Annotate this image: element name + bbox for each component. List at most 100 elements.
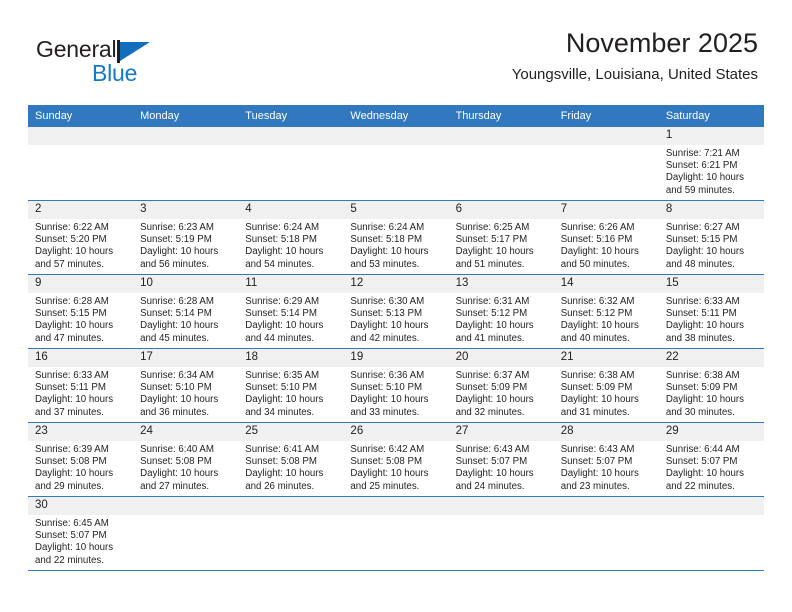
day-daylight-line1-text: Daylight: 10 hours	[245, 394, 324, 406]
day-sun-info: Sunrise: 6:40 AM Sunset: 5:08 PM Daylight:…	[133, 441, 238, 493]
day-sun-info: Sunrise: 6:26 AM Sunset: 5:16 PM Daylight:…	[554, 219, 659, 271]
calendar-day-cell[interactable]: 23 Sunrise: 6:39 AM Sunset: 5:08 PM Dayligh…	[28, 422, 134, 497]
calendar-day-cell[interactable]: 21 Sunrise: 6:38 AM Sunset: 5:09 PM Dayligh…	[553, 348, 659, 423]
day-daylight-line1-text: Daylight: 10 hours	[245, 246, 324, 258]
calendar-day-cell[interactable]: 13 Sunrise: 6:31 AM Sunset: 5:12 PM Dayligh…	[448, 274, 554, 349]
day-sunset-text: Sunset: 5:12 PM	[560, 308, 633, 320]
calendar-day-cell[interactable]: 3 Sunrise: 6:23 AM Sunset: 5:19 PM Daylight…	[133, 200, 239, 275]
weekday-header-thursday: Thursday	[448, 105, 554, 127]
calendar-day-cell[interactable]: 20 Sunrise: 6:37 AM Sunset: 5:09 PM Dayligh…	[448, 348, 554, 423]
day-sun-info: Sunrise: 6:31 AM Sunset: 5:12 PM Daylight:…	[449, 293, 554, 345]
calendar-day-cell[interactable]: 4 Sunrise: 6:24 AM Sunset: 5:18 PM Daylight…	[238, 200, 344, 275]
day-sunrise-text: Sunrise: 6:33 AM	[665, 296, 740, 307]
day-daylight-line2-text: and 41 minutes.	[455, 332, 525, 344]
day-sunset-text: Sunset: 5:09 PM	[560, 382, 633, 394]
calendar-cell-empty	[238, 496, 344, 571]
day-number: 19	[343, 349, 449, 367]
calendar-day-cell[interactable]: 30 Sunrise: 6:45 AM Sunset: 5:07 PM Dayligh…	[28, 496, 134, 571]
day-sun-info: Sunrise: 6:43 AM Sunset: 5:07 PM Daylight:…	[449, 441, 554, 493]
day-daylight-line1-text: Daylight: 10 hours	[350, 394, 429, 406]
calendar-cell-empty	[133, 496, 239, 571]
day-sunrise-text: Sunrise: 6:38 AM	[665, 370, 740, 381]
day-daylight-line1-text: Daylight: 10 hours	[35, 394, 114, 406]
day-number: 18	[238, 349, 344, 367]
day-number: 1	[658, 127, 764, 145]
day-daylight-line1-text: Daylight: 10 hours	[140, 394, 219, 406]
day-sunset-text: Sunset: 5:07 PM	[455, 456, 528, 468]
day-sun-info: Sunrise: 6:30 AM Sunset: 5:13 PM Daylight:…	[343, 293, 448, 345]
calendar-day-cell[interactable]: 10 Sunrise: 6:28 AM Sunset: 5:14 PM Dayligh…	[133, 274, 239, 349]
day-number: 24	[133, 423, 239, 441]
day-daylight-line2-text: and 54 minutes.	[245, 258, 315, 270]
day-sunset-text: Sunset: 5:14 PM	[140, 308, 212, 320]
calendar-day-cell[interactable]: 19 Sunrise: 6:36 AM Sunset: 5:10 PM Dayligh…	[343, 348, 449, 423]
calendar-day-cell[interactable]: 18 Sunrise: 6:35 AM Sunset: 5:10 PM Dayligh…	[238, 348, 344, 423]
day-number: 15	[658, 275, 764, 293]
day-number: 7	[553, 201, 659, 219]
day-number	[448, 497, 554, 515]
calendar-day-cell[interactable]: 24 Sunrise: 6:40 AM Sunset: 5:08 PM Dayligh…	[133, 422, 239, 497]
calendar-day-cell[interactable]: 16 Sunrise: 6:33 AM Sunset: 5:11 PM Dayligh…	[28, 348, 134, 423]
day-daylight-line1-text: Daylight: 10 hours	[665, 468, 744, 480]
calendar-day-cell[interactable]: 29 Sunrise: 6:44 AM Sunset: 5:07 PM Dayligh…	[658, 422, 764, 497]
calendar-cell-empty	[28, 127, 134, 201]
day-number	[238, 127, 344, 145]
day-sun-info: Sunrise: 6:33 AM Sunset: 5:11 PM Daylight:…	[659, 293, 764, 345]
title-block: November 2025 Youngsville, Louisiana, Un…	[512, 26, 758, 86]
calendar-day-cell[interactable]: 17 Sunrise: 6:34 AM Sunset: 5:10 PM Dayligh…	[133, 348, 239, 423]
day-sunrise-text: Sunrise: 6:42 AM	[350, 444, 425, 455]
logo-text-general: General	[36, 36, 117, 62]
calendar-day-cell[interactable]: 6 Sunrise: 6:25 AM Sunset: 5:17 PM Daylight…	[448, 200, 554, 275]
weekday-header-tuesday: Tuesday	[238, 105, 344, 127]
calendar-day-cell[interactable]: 5 Sunrise: 6:24 AM Sunset: 5:18 PM Daylight…	[343, 200, 449, 275]
day-number: 23	[28, 423, 134, 441]
calendar-day-cell[interactable]: 15 Sunrise: 6:33 AM Sunset: 5:11 PM Dayligh…	[658, 274, 764, 349]
calendar-week-row: 1 Sunrise: 7:21 AM Sunset: 6:21 PM Daylight…	[28, 127, 764, 201]
calendar-day-cell[interactable]: 8 Sunrise: 6:27 AM Sunset: 5:15 PM Daylight…	[658, 200, 764, 275]
weekday-header-sunday: Sunday	[28, 105, 134, 127]
calendar-day-cell[interactable]: 27 Sunrise: 6:43 AM Sunset: 5:07 PM Dayligh…	[448, 422, 554, 497]
calendar-day-cell[interactable]: 25 Sunrise: 6:41 AM Sunset: 5:08 PM Dayligh…	[238, 422, 344, 497]
calendar-day-cell[interactable]: 11 Sunrise: 6:29 AM Sunset: 5:14 PM Dayligh…	[238, 274, 344, 349]
calendar-day-cell[interactable]: 22 Sunrise: 6:38 AM Sunset: 5:09 PM Dayligh…	[658, 348, 764, 423]
day-daylight-line2-text: and 57 minutes.	[35, 258, 104, 270]
calendar-day-cell[interactable]: 26 Sunrise: 6:42 AM Sunset: 5:08 PM Dayligh…	[343, 422, 449, 497]
day-sunrise-text: Sunrise: 6:44 AM	[665, 444, 740, 455]
day-daylight-line2-text: and 31 minutes.	[560, 406, 630, 418]
weekday-header-wednesday: Wednesday	[343, 105, 449, 127]
location-subtitle: Youngsville, Louisiana, United States	[511, 66, 758, 83]
calendar-cell-empty	[553, 127, 659, 201]
calendar-day-cell[interactable]: 28 Sunrise: 6:43 AM Sunset: 5:07 PM Dayligh…	[553, 422, 659, 497]
day-sun-info: Sunrise: 6:37 AM Sunset: 5:09 PM Daylight:…	[449, 367, 554, 419]
calendar-day-cell[interactable]: 12 Sunrise: 6:30 AM Sunset: 5:13 PM Dayligh…	[343, 274, 449, 349]
day-daylight-line2-text: and 53 minutes.	[350, 258, 420, 270]
logo-text-blue: Blue	[92, 60, 138, 86]
day-sun-info: Sunrise: 6:45 AM Sunset: 5:07 PM Daylight:…	[28, 515, 133, 567]
day-sunset-text: Sunset: 5:18 PM	[245, 234, 317, 246]
day-sunrise-text: Sunrise: 7:21 AM	[665, 148, 740, 159]
day-number: 8	[658, 201, 764, 219]
day-sunrise-text: Sunrise: 6:34 AM	[140, 370, 214, 381]
calendar-day-cell[interactable]: 2 Sunrise: 6:22 AM Sunset: 5:20 PM Daylight…	[28, 200, 134, 275]
day-sun-info: Sunrise: 6:43 AM Sunset: 5:07 PM Daylight:…	[554, 441, 659, 493]
calendar-day-cell[interactable]: 7 Sunrise: 6:26 AM Sunset: 5:16 PM Daylight…	[553, 200, 659, 275]
day-number: 6	[448, 201, 554, 219]
day-daylight-line2-text: and 45 minutes.	[140, 332, 210, 344]
day-sunset-text: Sunset: 5:16 PM	[560, 234, 633, 246]
day-sunset-text: Sunset: 5:10 PM	[140, 382, 212, 394]
calendar-day-cell[interactable]: 9 Sunrise: 6:28 AM Sunset: 5:15 PM Daylight…	[28, 274, 134, 349]
day-number: 14	[553, 275, 659, 293]
day-daylight-line2-text: and 56 minutes.	[140, 258, 210, 270]
calendar-cell-empty	[238, 127, 344, 201]
day-sunset-text: Sunset: 5:15 PM	[665, 234, 738, 246]
calendar-day-cell[interactable]: 14 Sunrise: 6:32 AM Sunset: 5:12 PM Dayligh…	[553, 274, 659, 349]
day-number	[448, 127, 554, 145]
calendar-week-row: 2 Sunrise: 6:22 AM Sunset: 5:20 PM Daylight…	[28, 200, 764, 275]
day-sun-info: Sunrise: 6:42 AM Sunset: 5:08 PM Daylight:…	[343, 441, 448, 493]
day-sun-info: Sunrise: 6:38 AM Sunset: 5:09 PM Daylight:…	[659, 367, 764, 419]
day-sun-info: Sunrise: 6:28 AM Sunset: 5:15 PM Daylight:…	[28, 293, 133, 345]
day-number: 2	[28, 201, 134, 219]
day-sunrise-text: Sunrise: 6:29 AM	[245, 296, 320, 307]
day-sunset-text: Sunset: 5:10 PM	[350, 382, 423, 394]
calendar-day-cell[interactable]: 1 Sunrise: 7:21 AM Sunset: 6:21 PM Daylight…	[658, 127, 764, 201]
